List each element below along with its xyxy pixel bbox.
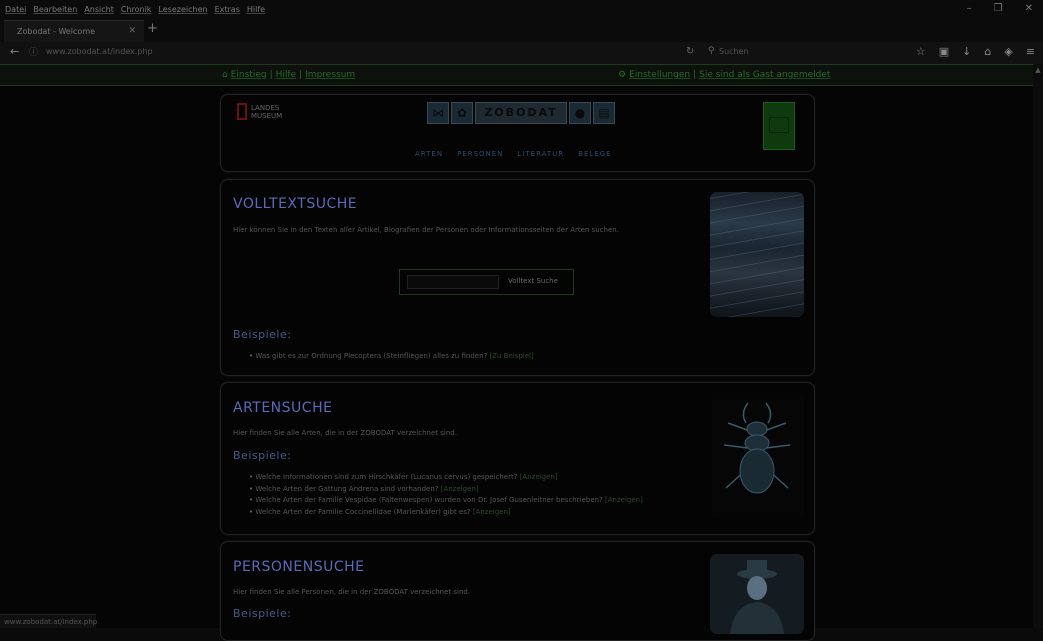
link-hilfe[interactable]: Hilfe — [276, 70, 296, 80]
books-image — [710, 192, 804, 317]
example-link[interactable]: [Anzeigen] — [605, 496, 643, 504]
menu-chronik[interactable]: Chronik — [121, 5, 152, 14]
site-links-right: ⚙ Einstellungen | Sie sind als Gast ange… — [618, 70, 831, 80]
personen-description: Hier finden Sie alle Personen, die in de… — [233, 588, 471, 596]
status-bar: www.zobodat.at/index.php — [0, 614, 97, 628]
nav-belege[interactable]: BELEGE — [578, 150, 611, 158]
nav-literatur[interactable]: LITERATUR — [517, 150, 564, 158]
head-profile-icon: ● — [569, 102, 591, 124]
menu-hilfe[interactable]: Hilfe — [247, 5, 265, 14]
site-top-bar: ⌂ Einstieg | Hilfe | Impressum ⚙ Einstel… — [0, 64, 1043, 86]
volltext-description: Hier können Sie in den Texten aller Arti… — [233, 226, 619, 234]
volltext-panel: VOLLTEXTSUCHE Hier können Sie in den Tex… — [220, 179, 815, 376]
url-field[interactable]: www.zobodat.at/index.php — [46, 47, 153, 56]
settings-icon: ⚙ — [618, 70, 627, 80]
minimize-button[interactable]: – — [967, 3, 972, 14]
example-link[interactable]: [Anzeigen] — [441, 485, 479, 493]
scrollbar[interactable]: ▲ — [1033, 64, 1043, 628]
menu-datei[interactable]: Datei — [5, 5, 26, 14]
tab-zobodat[interactable]: Zobodat - Welcome ✕ — [4, 20, 144, 42]
arten-panel: ARTENSUCHE Hier finden Sie alle Arten, d… — [220, 382, 815, 535]
menu-bearbeiten[interactable]: Bearbeiten — [33, 5, 77, 14]
tab-title: Zobodat - Welcome — [17, 27, 96, 36]
list-item: Welche Informationen sind zum Hirschkäfe… — [249, 472, 643, 484]
nav-arten[interactable]: ARTEN — [415, 150, 443, 158]
arten-examples-title: Beispiele: — [233, 449, 292, 462]
list-item: Welche Arten der Familie Vespidae (Falte… — [249, 495, 643, 507]
list-item: Welche Arten der Familie Coccinellidae (… — [249, 507, 643, 519]
volltext-examples-title: Beispiele: — [233, 328, 292, 341]
window-controls: – ❐ ✕ — [967, 3, 1033, 14]
arten-title: ARTENSUCHE — [233, 400, 333, 416]
bookmark-star-icon[interactable]: ☆ — [916, 45, 926, 58]
new-tab-button[interactable]: + — [147, 21, 158, 36]
menu-extras[interactable]: Extras — [215, 5, 240, 14]
toolbar-icons: ☆ ▣ ↓ ⌂ ◈ ≡ — [916, 45, 1035, 58]
logo-line1: LANDES — [251, 103, 280, 112]
landesmuseum-logo[interactable]: LANDES MUSEUM — [237, 103, 282, 120]
library-icon[interactable]: ▣ — [939, 45, 949, 58]
tab-bar: Zobodat - Welcome ✕ + — [0, 18, 1043, 42]
flower-icon: ✿ — [451, 102, 473, 124]
volltext-search-input[interactable] — [407, 275, 499, 289]
list-item: Welche Arten der Gattung Andrena sind vo… — [249, 484, 643, 496]
reload-icon[interactable]: ↻ — [686, 46, 694, 57]
logo-line2: MUSEUM — [251, 111, 283, 120]
site-header: LANDES MUSEUM ⋈ ✿ ZOBODAT ● ▤ ARTEN PERS… — [220, 94, 815, 172]
menu-bar: Datei Bearbeiten Ansicht Chronik Lesezei… — [0, 0, 1043, 18]
example-link[interactable]: [Anzeigen] — [473, 508, 511, 516]
stag-beetle-icon — [723, 402, 791, 494]
link-einstellungen[interactable]: Einstellungen — [629, 70, 690, 80]
home-icon[interactable]: ⌂ — [984, 45, 991, 58]
back-arrow-icon[interactable]: ← — [10, 45, 19, 58]
main-nav: ARTEN PERSONEN LITERATUR BELEGE — [415, 150, 612, 158]
person-portrait-image — [710, 554, 804, 634]
zobodat-wordmark: ZOBODAT — [475, 102, 567, 124]
navigation-bar: ← ⓘ www.zobodat.at/index.php ↻ ⚲ Suchen … — [0, 42, 1043, 64]
menu-lesezeichen[interactable]: Lesezeichen — [158, 5, 207, 14]
volltext-search-form: Volltext Suche — [399, 269, 574, 295]
book-icon: ▤ — [593, 102, 615, 124]
login-status[interactable]: Sie sind als Gast angemeldet — [699, 70, 830, 80]
hamburger-menu-icon[interactable]: ≡ — [1026, 45, 1035, 58]
search-icon: ⚲ — [708, 46, 715, 56]
link-impressum[interactable]: Impressum — [305, 70, 355, 80]
home-icon: ⌂ — [222, 70, 228, 80]
example-link[interactable]: [Anzeigen] — [520, 473, 558, 481]
restore-button[interactable]: ❐ — [994, 3, 1003, 14]
link-einstieg[interactable]: Einstieg — [231, 70, 267, 80]
personen-panel: PERSONENSUCHE Hier finden Sie alle Perso… — [220, 541, 815, 641]
person-portrait-icon — [710, 554, 804, 634]
personen-title: PERSONENSUCHE — [233, 559, 365, 575]
search-input[interactable]: Suchen — [719, 47, 749, 56]
butterfly-icon: ⋈ — [427, 102, 449, 124]
list-item: Was gibt es zur Ordnung Plecoptera (Stei… — [249, 351, 533, 363]
menu-ansicht[interactable]: Ansicht — [84, 5, 114, 14]
logo-mark-icon — [237, 103, 247, 120]
tab-close-icon[interactable]: ✕ — [128, 26, 136, 36]
volltext-examples: Was gibt es zur Ordnung Plecoptera (Stei… — [249, 351, 533, 363]
volltext-title: VOLLTEXTSUCHE — [233, 196, 358, 212]
pocket-icon[interactable]: ◈ — [1004, 45, 1012, 58]
close-window-button[interactable]: ✕ — [1025, 3, 1033, 14]
arten-description: Hier finden Sie alle Arten, die in der Z… — [233, 429, 457, 437]
download-icon[interactable]: ↓ — [962, 45, 971, 58]
info-icon[interactable]: ⓘ — [29, 45, 38, 58]
arten-examples: Welche Informationen sind zum Hirschkäfe… — [249, 472, 643, 519]
crest-logo — [763, 102, 795, 150]
zobodat-logo[interactable]: ⋈ ✿ ZOBODAT ● ▤ — [427, 102, 615, 124]
stag-beetle-image — [710, 393, 804, 518]
site-links-left: ⌂ Einstieg | Hilfe | Impressum — [222, 70, 356, 80]
example-link[interactable]: [Zu Beispiel] — [489, 352, 533, 360]
personen-examples-title: Beispiele: — [233, 607, 292, 620]
nav-personen[interactable]: PERSONEN — [457, 150, 503, 158]
volltext-search-button[interactable]: Volltext Suche — [508, 277, 558, 285]
